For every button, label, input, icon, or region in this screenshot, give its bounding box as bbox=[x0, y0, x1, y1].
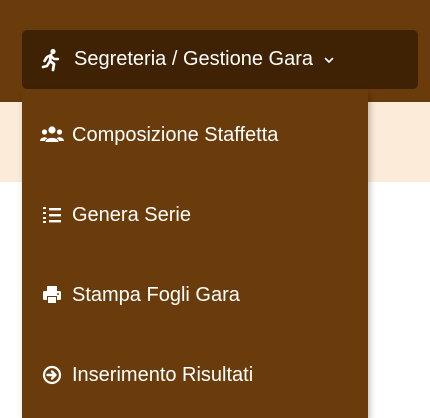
segreteria-dropdown-toggle[interactable]: Segreteria / Gestione Gara bbox=[22, 30, 418, 89]
dropdown-label: Segreteria / Gestione Gara bbox=[74, 48, 314, 70]
chevron-down-icon bbox=[323, 54, 335, 66]
menu-item-composizione-staffetta[interactable]: Composizione Staffetta bbox=[22, 105, 368, 165]
menu-item-genera-serie[interactable]: Genera Serie bbox=[22, 185, 368, 245]
menu-item-inserimento-risultati[interactable]: Inserimento Risultati bbox=[22, 345, 368, 405]
users-icon bbox=[40, 125, 64, 145]
menu-item-label: Stampa Fogli Gara bbox=[72, 283, 240, 306]
print-icon bbox=[40, 285, 64, 305]
menu-item-label: Genera Serie bbox=[72, 203, 191, 226]
running-icon bbox=[40, 48, 62, 72]
dropdown-menu: Composizione Staffetta Genera Serie Stam… bbox=[22, 89, 368, 418]
menu-item-stampa-fogli-gara[interactable]: Stampa Fogli Gara bbox=[22, 265, 368, 325]
menu-item-label: Composizione Staffetta bbox=[72, 123, 279, 146]
arrow-circle-right-icon bbox=[40, 365, 64, 385]
menu-item-label: Inserimento Risultati bbox=[72, 363, 254, 386]
list-ol-icon bbox=[40, 205, 64, 225]
